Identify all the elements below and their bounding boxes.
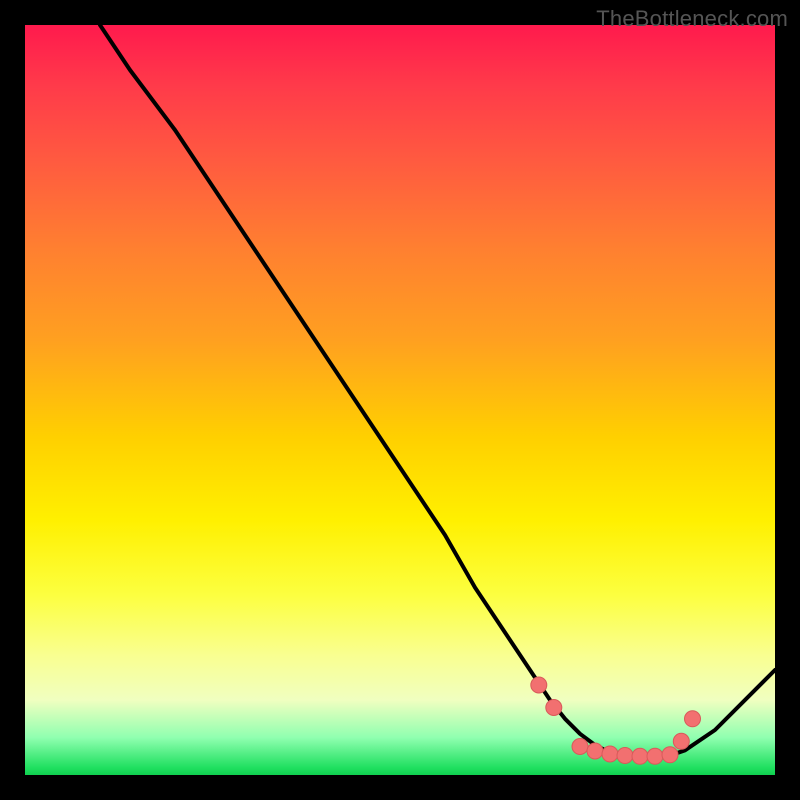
chart-marker bbox=[546, 700, 562, 716]
chart-marker bbox=[673, 733, 689, 749]
chart-marker bbox=[647, 748, 663, 764]
chart-marker bbox=[685, 711, 701, 727]
chart-marker bbox=[602, 746, 618, 762]
chart-marker bbox=[617, 748, 633, 764]
chart-markers bbox=[531, 677, 701, 764]
watermark-text: TheBottleneck.com bbox=[596, 6, 788, 32]
chart-overlay bbox=[25, 25, 775, 775]
chart-marker bbox=[632, 748, 648, 764]
chart-marker bbox=[572, 739, 588, 755]
chart-marker bbox=[662, 747, 678, 763]
chart-marker bbox=[587, 743, 603, 759]
chart-curve bbox=[100, 25, 775, 758]
chart-marker bbox=[531, 677, 547, 693]
